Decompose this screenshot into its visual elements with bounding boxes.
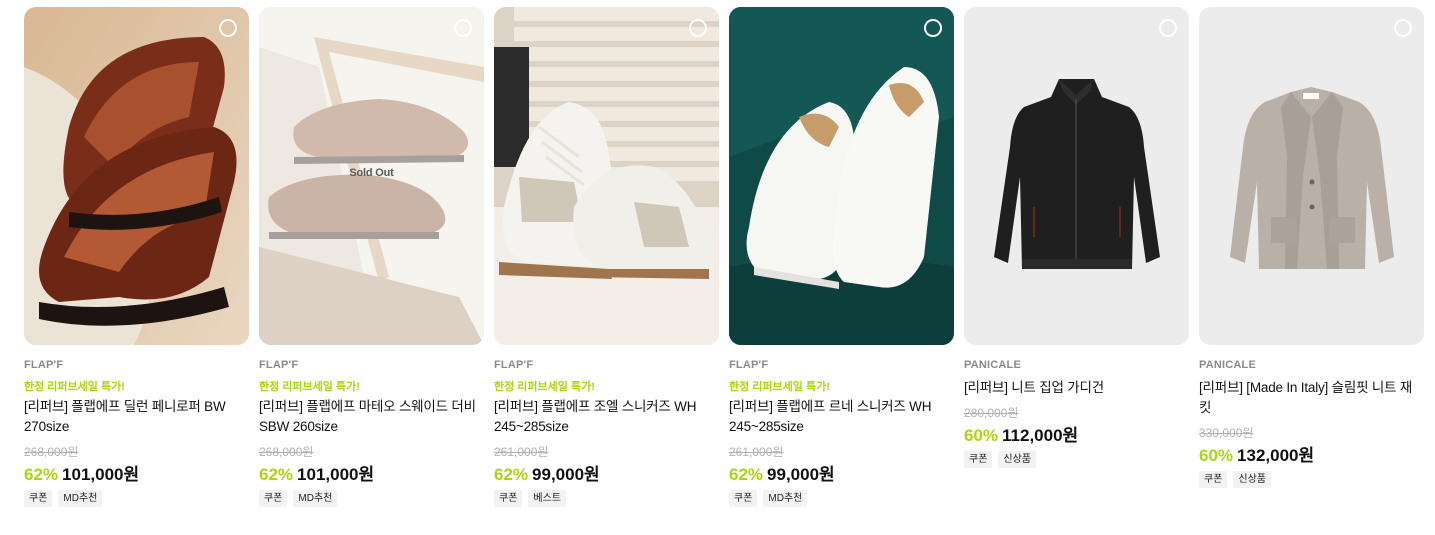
- product-card[interactable]: Sold Out FLAP'F 한정 리퍼브세일 특가! [리퍼브] 플랩에프 …: [259, 7, 484, 507]
- brand-name: PANICALE: [1199, 359, 1257, 371]
- tag-badge: 신상품: [1233, 471, 1272, 488]
- discount-rate: 62%: [729, 465, 764, 484]
- brand-name: FLAP'F: [494, 359, 534, 371]
- tag-list: 쿠폰 MD추천: [729, 490, 954, 507]
- product-photo: [964, 7, 1189, 345]
- tag-badge: 쿠폰: [494, 490, 523, 507]
- product-name[interactable]: [리퍼브] 니트 집업 가디건: [964, 378, 1189, 398]
- tag-list: 쿠폰 신상품: [1199, 471, 1424, 488]
- brand-name: FLAP'F: [24, 359, 64, 371]
- product-card[interactable]: PANICALE [리퍼브] [Made In Italy] 슬림핏 니트 재킷…: [1199, 7, 1424, 488]
- tag-badge: 베스트: [528, 490, 567, 507]
- brand-name: FLAP'F: [259, 359, 299, 371]
- wishlist-icon[interactable]: [219, 19, 237, 37]
- product-name[interactable]: [리퍼브] 플랩에프 딜런 페니로퍼 BW 270size: [24, 397, 249, 437]
- tag-badge: MD추천: [293, 490, 338, 507]
- promo-label: 한정 리퍼브세일 특가!: [24, 381, 125, 393]
- product-photo: [1199, 7, 1424, 345]
- discount-rate: 62%: [494, 465, 529, 484]
- tag-list: 쿠폰 MD추천: [24, 490, 249, 507]
- price-row: 62% 101,000원: [259, 460, 484, 484]
- product-image[interactable]: [24, 7, 249, 345]
- tag-badge: MD추천: [763, 490, 808, 507]
- tag-list: 쿠폰 베스트: [494, 490, 719, 507]
- sale-price: 101,000원: [62, 465, 140, 484]
- product-grid: FLAP'F 한정 리퍼브세일 특가! [리퍼브] 플랩에프 딜런 페니로퍼 B…: [0, 0, 1435, 535]
- sale-price: 132,000원: [1237, 446, 1315, 465]
- promo-label: 한정 리퍼브세일 특가!: [494, 381, 595, 393]
- product-card[interactable]: FLAP'F 한정 리퍼브세일 특가! [리퍼브] 플랩에프 딜런 페니로퍼 B…: [24, 7, 249, 507]
- promo-label: 한정 리퍼브세일 특가!: [259, 381, 360, 393]
- tag-list: 쿠폰 신상품: [964, 451, 1189, 468]
- product-name[interactable]: [리퍼브] [Made In Italy] 슬림핏 니트 재킷: [1199, 378, 1424, 418]
- sale-price: 112,000원: [1002, 426, 1079, 445]
- price-row: 60% 112,000원: [964, 421, 1189, 445]
- tag-badge: 신상품: [998, 451, 1037, 468]
- tag-badge: 쿠폰: [259, 490, 288, 507]
- product-name[interactable]: [리퍼브] 플랩에프 조엘 스니커즈 WH 245~285size: [494, 397, 719, 437]
- tag-list: 쿠폰 MD추천: [259, 490, 484, 507]
- product-name[interactable]: [리퍼브] 플랩에프 마테오 스웨이드 더비 SBW 260size: [259, 397, 484, 437]
- product-card[interactable]: FLAP'F 한정 리퍼브세일 특가! [리퍼브] 플랩에프 조엘 스니커즈 W…: [494, 7, 719, 507]
- sale-price: 99,000원: [532, 465, 600, 484]
- product-image[interactable]: [729, 7, 954, 345]
- brand-name: PANICALE: [964, 359, 1022, 371]
- product-image[interactable]: [964, 7, 1189, 345]
- price-row: 62% 99,000원: [729, 460, 954, 484]
- tag-badge: 쿠폰: [964, 451, 993, 468]
- product-photo: [24, 7, 249, 345]
- promo-label: 한정 리퍼브세일 특가!: [729, 381, 830, 393]
- tag-badge: MD추천: [58, 490, 103, 507]
- tag-badge: 쿠폰: [1199, 471, 1228, 488]
- product-image[interactable]: [1199, 7, 1424, 345]
- discount-rate: 60%: [964, 426, 999, 445]
- wishlist-icon[interactable]: [1394, 19, 1412, 37]
- wishlist-icon[interactable]: [689, 19, 707, 37]
- original-price: 330,000원: [1199, 426, 1254, 440]
- product-image[interactable]: Sold Out: [259, 7, 484, 345]
- discount-rate: 62%: [24, 465, 59, 484]
- product-photo: [494, 7, 719, 345]
- original-price: 261,000원: [729, 445, 784, 459]
- wishlist-icon[interactable]: [1159, 19, 1177, 37]
- brand-name: FLAP'F: [729, 359, 769, 371]
- discount-rate: 62%: [259, 465, 294, 484]
- sale-price: 101,000원: [297, 465, 375, 484]
- original-price: 261,000원: [494, 445, 549, 459]
- discount-rate: 60%: [1199, 446, 1234, 465]
- original-price: 280,000원: [964, 406, 1019, 420]
- tag-badge: 쿠폰: [24, 490, 53, 507]
- original-price: 268,000원: [24, 445, 79, 459]
- product-card[interactable]: PANICALE [리퍼브] 니트 집업 가디건 280,000원 60% 112…: [964, 7, 1189, 468]
- wishlist-icon[interactable]: [924, 19, 942, 37]
- product-photo: [729, 7, 954, 345]
- wishlist-icon[interactable]: [454, 19, 472, 37]
- price-row: 62% 101,000원: [24, 460, 249, 484]
- sold-out-label: Sold Out: [349, 167, 394, 179]
- sale-price: 99,000원: [767, 465, 835, 484]
- product-image[interactable]: [494, 7, 719, 345]
- original-price: 268,000원: [259, 445, 314, 459]
- product-name[interactable]: [리퍼브] 플랩에프 르네 스니커즈 WH 245~285size: [729, 397, 954, 437]
- product-card[interactable]: FLAP'F 한정 리퍼브세일 특가! [리퍼브] 플랩에프 르네 스니커즈 W…: [729, 7, 954, 507]
- tag-badge: 쿠폰: [729, 490, 758, 507]
- price-row: 60% 132,000원: [1199, 441, 1424, 465]
- price-row: 62% 99,000원: [494, 460, 719, 484]
